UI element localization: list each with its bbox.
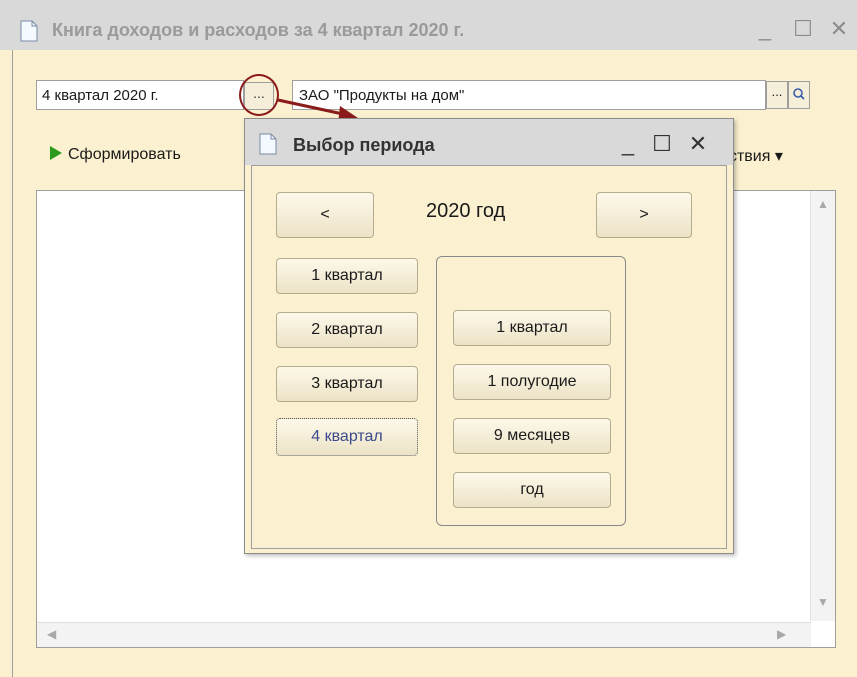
scroll-left-icon[interactable]: ◀ (47, 627, 56, 641)
maximize-button[interactable]: ☐ (790, 16, 816, 42)
minimize-button[interactable]: _ (752, 16, 778, 42)
quarter-3-button[interactable]: 3 квартал (276, 366, 418, 402)
close-button[interactable]: ✕ (826, 16, 852, 42)
document-icon (20, 20, 38, 42)
play-icon (50, 146, 62, 160)
callout-circle (239, 74, 279, 116)
document-icon (259, 133, 277, 155)
window-title: Книга доходов и расходов за 4 квартал 20… (52, 20, 465, 40)
cumulative-q1-button[interactable]: 1 квартал (453, 310, 611, 346)
organization-search-button[interactable] (788, 81, 810, 109)
period-value: 4 квартал 2020 г. (42, 87, 159, 104)
dialog-maximize-button[interactable]: ☐ (649, 131, 675, 157)
horizontal-scrollbar[interactable]: ◀ ▶ (37, 622, 811, 647)
scroll-down-icon[interactable]: ▼ (817, 595, 829, 609)
organization-field[interactable]: ЗАО "Продукты на дом" (292, 80, 766, 110)
actions-menu[interactable]: йствия ▾ (720, 146, 830, 166)
year-label: 2020 год (426, 200, 506, 222)
year-button[interactable]: год (453, 472, 611, 508)
scroll-up-icon[interactable]: ▲ (817, 197, 829, 211)
prev-year-button[interactable]: < (276, 192, 374, 238)
next-year-button[interactable]: > (596, 192, 692, 238)
dialog-title: Выбор периода (293, 135, 435, 155)
half-year-button[interactable]: 1 полугодие (453, 364, 611, 400)
quarter-4-button[interactable]: 4 квартал (276, 418, 418, 456)
dialog-title-bar: Выбор периода _ ☐ ✕ (245, 119, 733, 165)
scroll-right-icon[interactable]: ▶ (777, 627, 786, 641)
generate-button[interactable]: Сформировать (50, 146, 181, 164)
quarter-1-button[interactable]: 1 квартал (276, 258, 418, 294)
dialog-close-button[interactable]: ✕ (685, 131, 711, 157)
organization-select-button[interactable]: ... (766, 81, 788, 109)
generate-label: Сформировать (68, 146, 181, 163)
period-field[interactable]: 4 квартал 2020 г. (36, 80, 244, 110)
main-title-bar: Книга доходов и расходов за 4 квартал 20… (0, 0, 857, 50)
quarter-2-button[interactable]: 2 квартал (276, 312, 418, 348)
dialog-minimize-button[interactable]: _ (615, 131, 641, 157)
organization-value: ЗАО "Продукты на дом" (299, 87, 465, 104)
nine-months-button[interactable]: 9 месяцев (453, 418, 611, 454)
vertical-scrollbar[interactable]: ▲ ▼ (810, 191, 835, 621)
search-icon (793, 88, 805, 100)
